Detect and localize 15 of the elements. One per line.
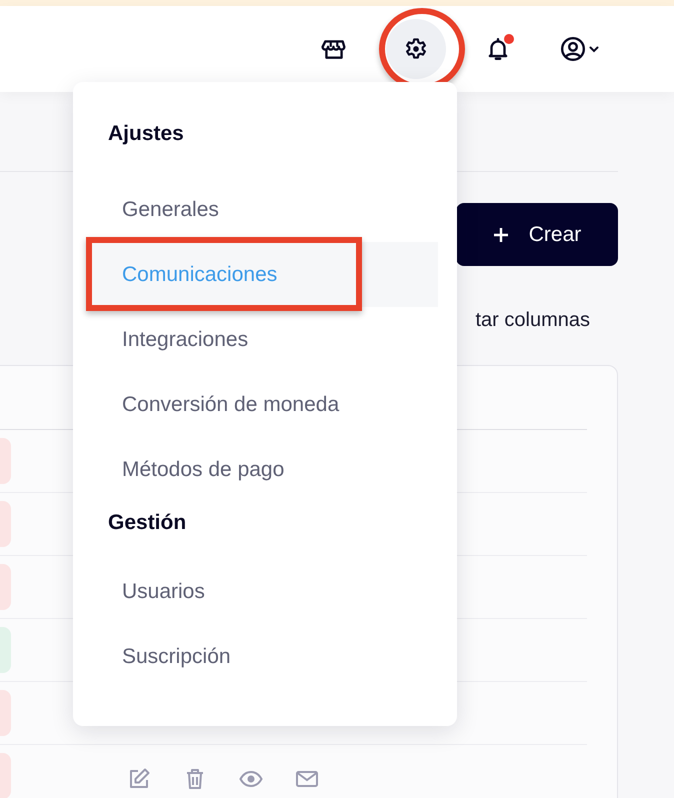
menu-item[interactable]: Conversión de moneda: [87, 372, 438, 437]
edit-icon: [127, 767, 151, 791]
settings-button[interactable]: [386, 19, 446, 79]
menu-item[interactable]: Métodos de pago: [87, 437, 438, 502]
menu-item[interactable]: Generales: [87, 177, 438, 242]
columns-link[interactable]: tar columnas: [476, 309, 590, 332]
menu-section-title: Gestión: [107, 510, 188, 536]
account-icon: [560, 36, 586, 62]
create-button[interactable]: Crear: [456, 203, 618, 266]
edit-button[interactable]: [127, 767, 151, 791]
menu-item[interactable]: Usuarios: [87, 559, 438, 624]
menu-item[interactable]: Suscripción: [87, 624, 438, 689]
menu-item[interactable]: Integraciones: [87, 307, 438, 372]
menu-section-title: Ajustes: [107, 122, 185, 147]
plus-icon: [492, 226, 509, 242]
